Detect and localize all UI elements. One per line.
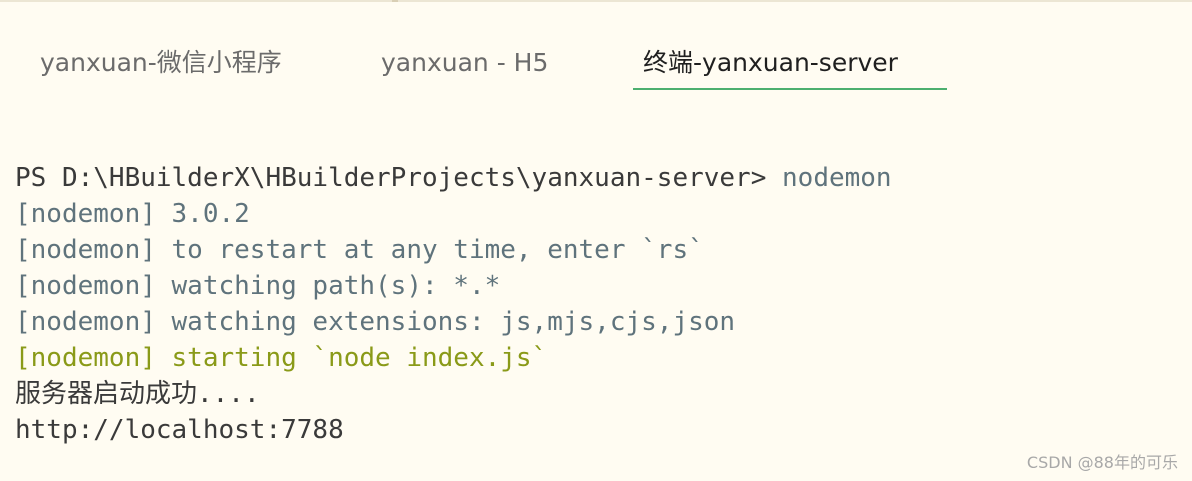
csdn-watermark: CSDN @88年的可乐 (1026, 453, 1178, 472)
tab-yanxuan-wechat-miniprogram[interactable]: yanxuan-微信小程序 (40, 36, 282, 90)
terminal-prompt: PS D:\HBuilderX\HBuilderProjects\yanxuan… (15, 163, 783, 193)
console-tab-bar: yanxuan-微信小程序 yanxuan - H5 终端-yanxuan-se… (0, 36, 1192, 92)
terminal-line-starting: [nodemon] starting `node index.js` (15, 343, 548, 373)
top-border (0, 0, 1192, 2)
terminal-line-server-url[interactable]: http://localhost:7788 (15, 412, 1185, 448)
tab-yanxuan-h5[interactable]: yanxuan - H5 (381, 36, 548, 90)
terminal-command: nodemon (782, 163, 892, 193)
terminal-line-nodemon-version: [nodemon] 3.0.2 (15, 199, 250, 229)
terminal-line-watching-paths: [nodemon] watching path(s): *.* (15, 271, 501, 301)
terminal-line-server-started: 服务器启动成功.... (15, 379, 260, 409)
active-tab-underline (633, 88, 947, 90)
tab-terminal-yanxuan-server[interactable]: 终端-yanxuan-server (643, 36, 898, 90)
terminal-line-restart-hint: [nodemon] to restart at any time, enter … (15, 235, 704, 265)
terminal-prompt-line: PS D:\HBuilderX\HBuilderProjects\yanxuan… (15, 160, 1185, 196)
terminal-output[interactable]: PS D:\HBuilderX\HBuilderProjects\yanxuan… (15, 160, 1185, 448)
top-border-marker (392, 0, 398, 2)
terminal-line-watching-extensions: [nodemon] watching extensions: js,mjs,cj… (15, 307, 736, 337)
